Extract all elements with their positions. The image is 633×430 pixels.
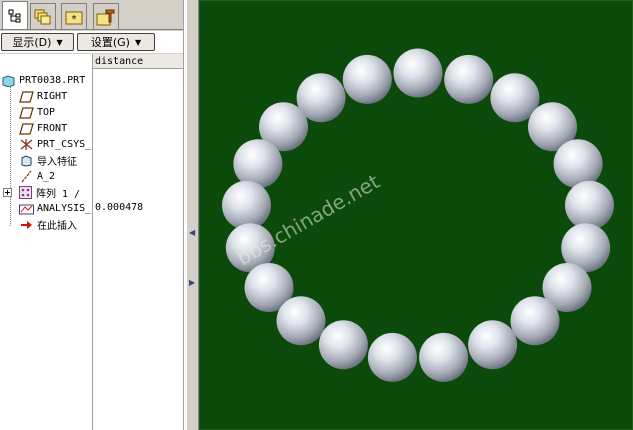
tree-item-insert-here[interactable]: 在此插入 xyxy=(19,217,77,232)
graphics-viewport[interactable]: bbs.chinade.net xyxy=(199,0,633,430)
tree-item-front[interactable]: FRONT xyxy=(19,121,67,136)
datum-axis-icon xyxy=(19,170,34,183)
dropdown-arrow-icon: ▼ xyxy=(134,37,142,47)
tab-layers[interactable] xyxy=(30,3,56,29)
settings-dropdown-button[interactable]: 设置(G) ▼ xyxy=(77,33,155,51)
tree-item-pattern[interactable]: 阵列 1 / xyxy=(3,185,80,200)
tab-favorites[interactable]: * xyxy=(61,3,87,29)
bead-sphere[interactable] xyxy=(444,54,494,104)
datum-plane-icon xyxy=(19,122,34,135)
bead-ring-model: bbs.chinade.net xyxy=(222,48,614,382)
bead-sphere[interactable] xyxy=(419,332,469,382)
tree-item-label: TOP xyxy=(37,107,56,118)
tree-root-label: PRT0038.PRT xyxy=(19,75,86,86)
tree-item-import-feature[interactable]: 导入特征 xyxy=(19,153,77,168)
analysis-icon xyxy=(19,202,34,215)
tree-root-item[interactable]: PRT0038.PRT xyxy=(1,73,85,88)
bead-sphere[interactable] xyxy=(367,332,417,382)
show-dropdown-button[interactable]: 显示(D) ▼ xyxy=(1,33,74,51)
favorites-folder-icon: * xyxy=(65,11,83,25)
tree-item-right[interactable]: RIGHT xyxy=(19,89,67,104)
tree-item-label: ANALYSIS_ xyxy=(37,203,92,214)
tree-item-top[interactable]: TOP xyxy=(19,105,55,120)
expand-plus-icon[interactable] xyxy=(3,186,12,199)
layers-icon xyxy=(34,9,51,24)
navigator-tabbar: * xyxy=(0,0,186,30)
column-area xyxy=(93,54,183,430)
bead-sphere[interactable] xyxy=(318,320,368,370)
tree-toolbar: 显示(D) ▼ 设置(G) ▼ xyxy=(0,31,186,53)
insert-here-arrow-icon xyxy=(19,218,34,231)
bead-sphere[interactable] xyxy=(553,139,603,189)
bead-sphere[interactable] xyxy=(510,296,560,346)
datum-plane-icon xyxy=(19,106,34,119)
model-tree-panel: * 显示(D) ▼ 设置(G) ▼ distance PRT0038.PRT R… xyxy=(0,0,186,430)
bead-sphere[interactable] xyxy=(468,320,518,370)
tree-connector-line xyxy=(10,84,11,226)
pattern-icon xyxy=(18,186,33,199)
collapse-left-icon[interactable]: ◀ xyxy=(189,228,195,237)
bead-sphere[interactable] xyxy=(342,54,392,104)
settings-label: 设置(G) xyxy=(90,36,130,49)
tab-model-tree[interactable] xyxy=(2,1,28,30)
dropdown-arrow-icon: ▼ xyxy=(56,37,63,47)
part-icon xyxy=(1,74,16,87)
coordinate-system-icon xyxy=(19,138,34,151)
tree-item-axis[interactable]: A_2 xyxy=(19,169,55,184)
tree-item-label: FRONT xyxy=(37,123,68,134)
analysis-distance-value: 0.000478 xyxy=(95,202,144,213)
model-tree-icon xyxy=(8,9,21,23)
tree-item-label: 阵列 1 / xyxy=(36,189,81,200)
tree-item-label: A_2 xyxy=(37,171,56,182)
tree-item-label: PRT_CSYS_ xyxy=(37,139,92,150)
bead-sphere[interactable] xyxy=(393,48,443,98)
tree-header xyxy=(0,54,92,69)
tree-item-analysis[interactable]: ANALYSIS_ xyxy=(19,201,91,216)
expand-right-icon[interactable]: ▶ xyxy=(189,278,195,287)
bead-sphere[interactable] xyxy=(233,139,283,189)
tree-item-label: 在此插入 xyxy=(37,221,77,232)
tools-folder-icon xyxy=(96,9,115,25)
bead-sphere[interactable] xyxy=(222,180,271,230)
tree-item-csys[interactable]: PRT_CSYS_ xyxy=(19,137,91,152)
tree-item-label: 导入特征 xyxy=(37,157,77,168)
datum-plane-icon xyxy=(19,90,34,103)
panel-splitter[interactable]: ◀ ▶ xyxy=(186,0,199,430)
tree-item-label: RIGHT xyxy=(37,91,68,102)
import-feature-icon xyxy=(19,154,34,167)
svg-text:*: * xyxy=(72,14,77,25)
bead-sphere[interactable] xyxy=(276,296,326,346)
column-header-distance[interactable]: distance xyxy=(93,54,183,69)
bead-sphere[interactable] xyxy=(565,180,614,230)
show-label: 显示(D) xyxy=(12,36,52,49)
tab-underline xyxy=(0,29,186,30)
tab-tools[interactable] xyxy=(93,3,119,29)
